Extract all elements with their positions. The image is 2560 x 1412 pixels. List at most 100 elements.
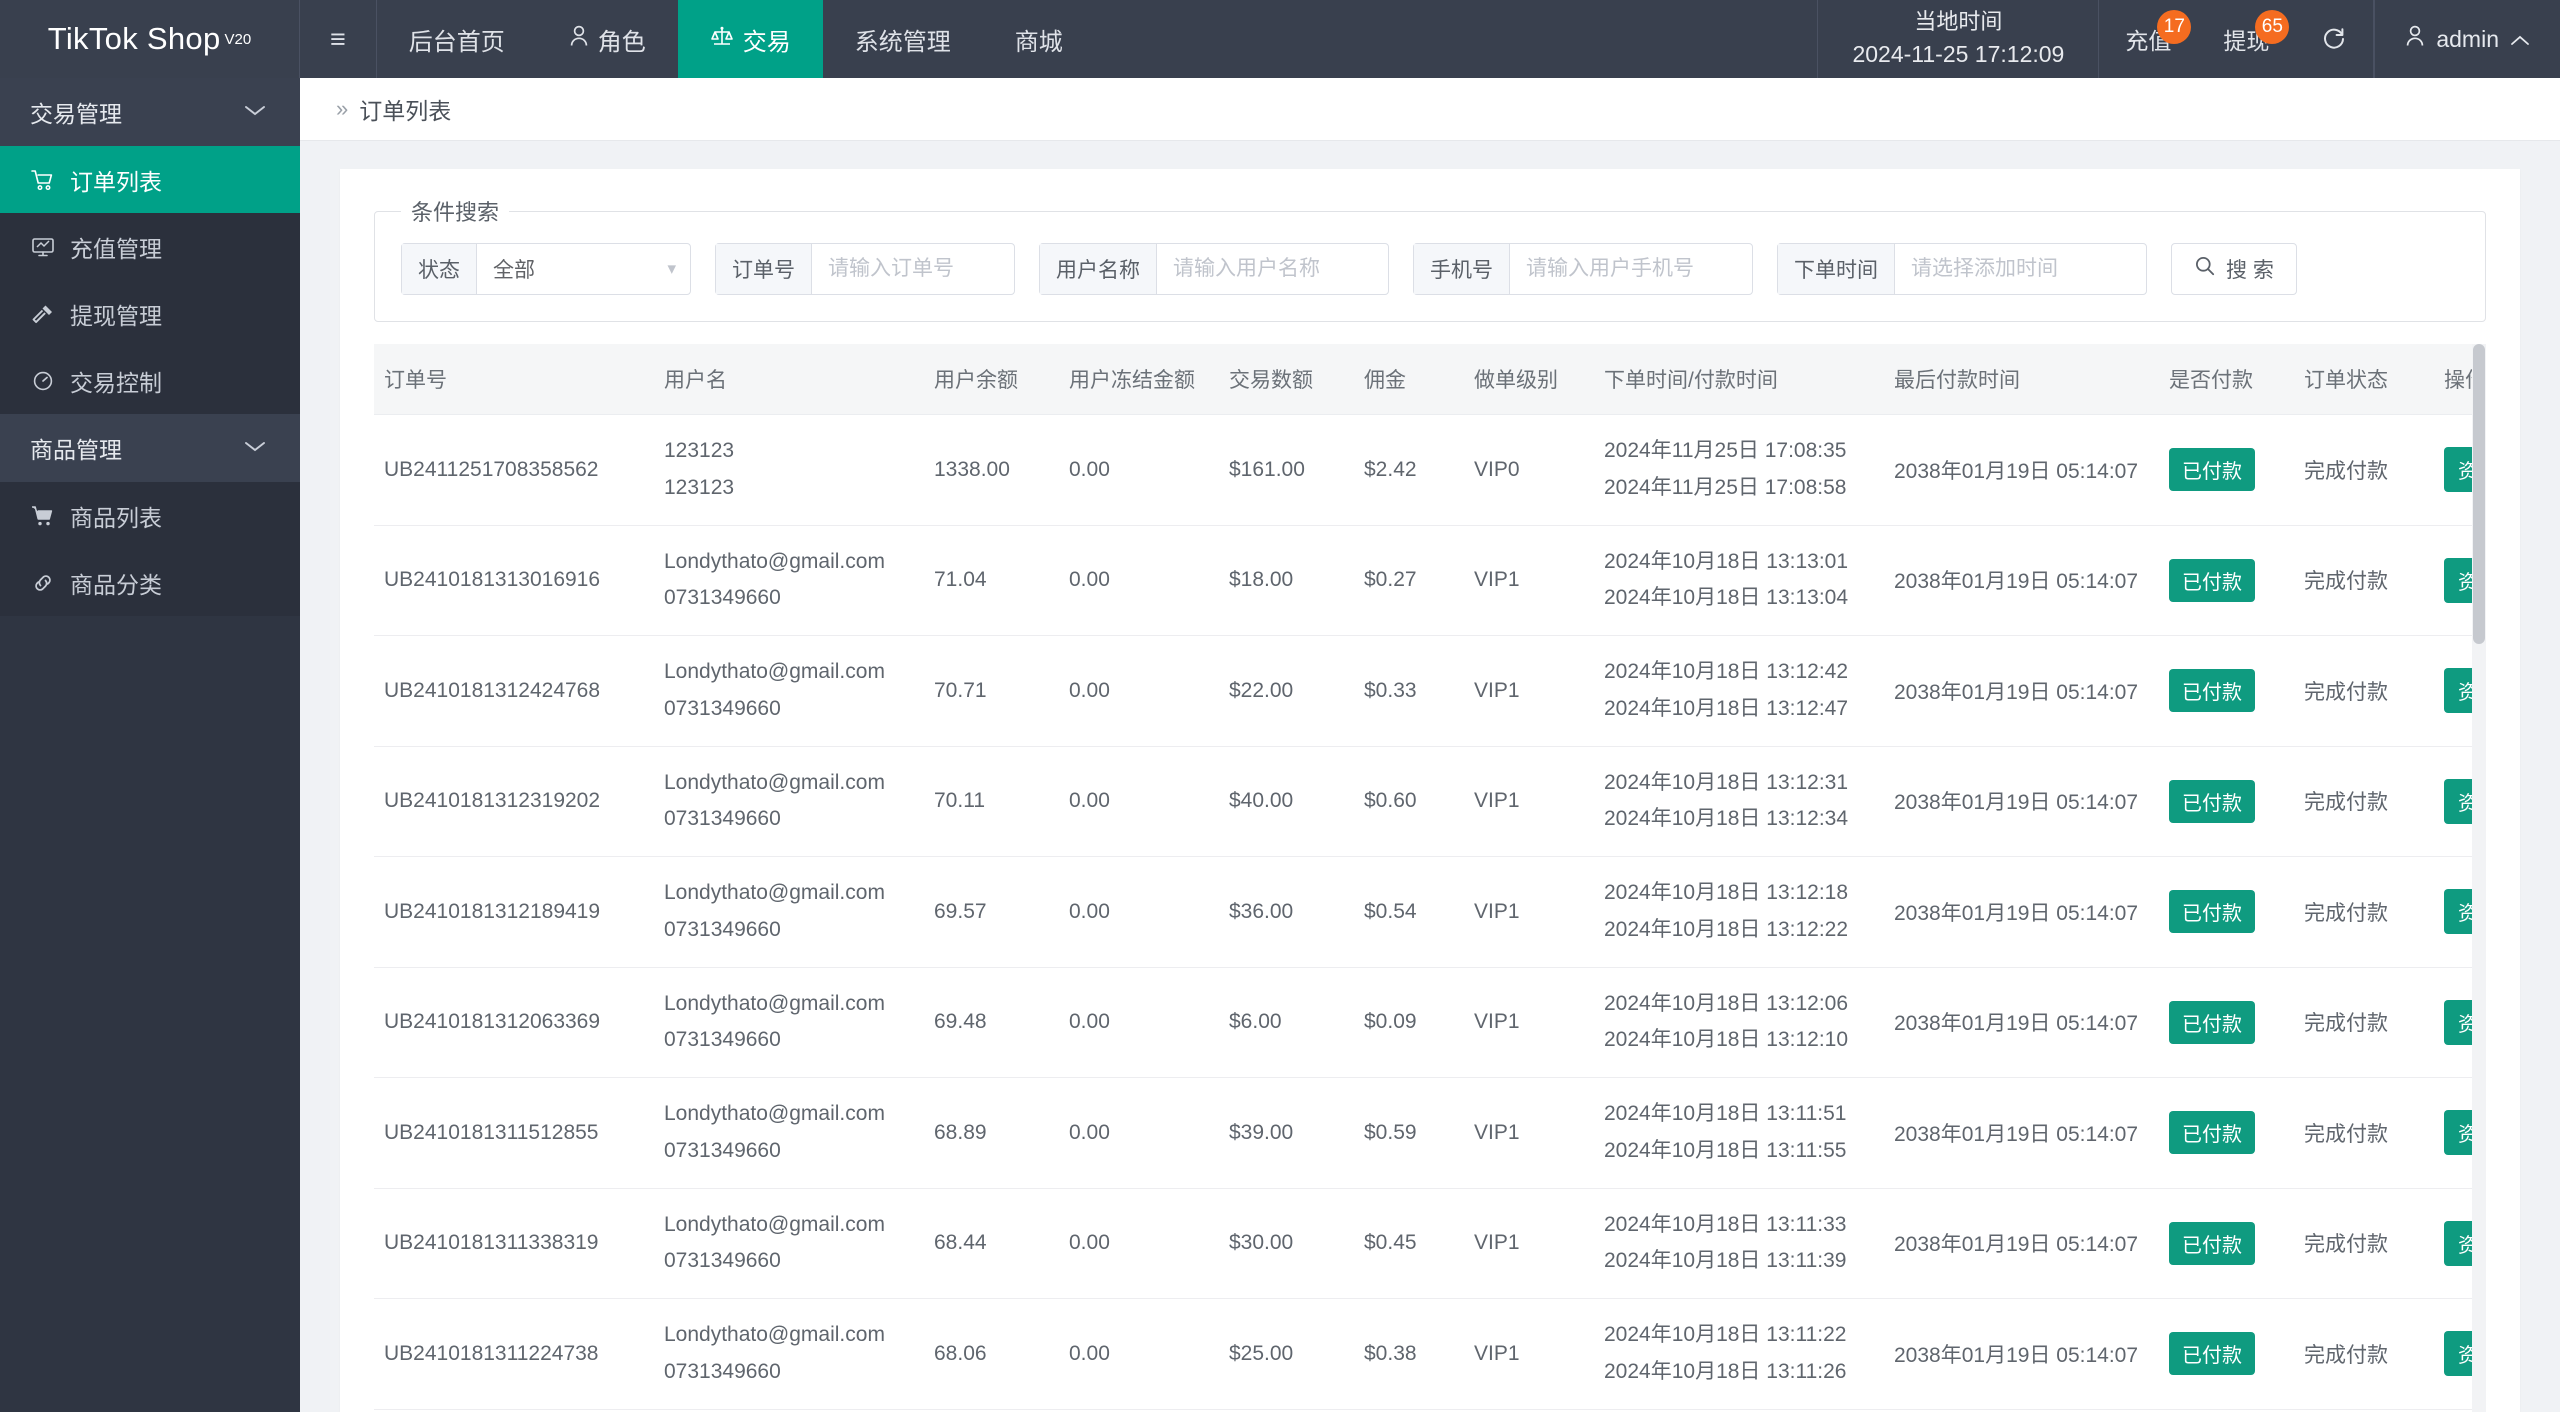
cell-frozen: 0.00: [1059, 414, 1219, 526]
recharge-button[interactable]: 充值 17: [2099, 0, 2197, 78]
cell-vip-level: VIP1: [1464, 1188, 1594, 1299]
user-email: Londythato@gmail.com: [664, 1323, 885, 1346]
paid-status-badge[interactable]: 已付款: [2169, 1111, 2255, 1155]
cell-last-pay-time: 2038年01月19日 05:14:07: [1884, 635, 2159, 747]
cell-is-paid: 已付款: [2159, 635, 2294, 747]
body-wrapper: 交易管理 订单列表 充值管理 提现管理 交易控制 商品管理 商品列表 商品分类 …: [0, 78, 2560, 1412]
order-time-input[interactable]: [1895, 244, 2146, 294]
sidebar-item-order-list[interactable]: 订单列表: [0, 146, 300, 213]
paid-status-badge[interactable]: 已付款: [2169, 669, 2255, 713]
cell-balance: 69.57: [924, 856, 1059, 968]
nav-items: ≡ 后台首页 角色 交易 系统管理 商城: [300, 0, 1095, 78]
sidebar-group-product[interactable]: 商品管理: [0, 414, 300, 482]
orders-table-body: UB2411251708358562 123123 123123 1338.00 0.0…: [374, 414, 2486, 1412]
paid-status-badge[interactable]: 已付款: [2169, 779, 2255, 823]
paid-status-badge[interactable]: 已付款: [2169, 558, 2255, 602]
cell-commission: $0.09: [1354, 967, 1464, 1078]
paid-status-badge[interactable]: 已付款: [2169, 890, 2255, 934]
orders-table: 订单号 用户名 用户余额 用户冻结金额 交易数额 佣金 做单级别 下单时间/付款…: [374, 344, 2486, 1412]
table-row[interactable]: UB2410181312424768 Londythato@gmail.com 07…: [374, 635, 2486, 747]
sidebar-item-product-category[interactable]: 商品分类: [0, 549, 300, 616]
withdraw-button[interactable]: 提现 65: [2197, 0, 2295, 78]
order-time: 2024年10月18日 13:11:33: [1604, 1212, 1847, 1236]
menu-icon[interactable]: ≡: [300, 0, 377, 78]
table-scrollbar-thumb[interactable]: [2473, 344, 2485, 644]
table-scrollbar-track[interactable]: [2472, 344, 2486, 1412]
table-row[interactable]: UB2410181312319202 Londythato@gmail.com 07…: [374, 746, 2486, 857]
status-select[interactable]: 状态 全部 ▾: [401, 243, 691, 295]
user-email: Londythato@gmail.com: [664, 549, 885, 573]
nav-tab-role[interactable]: 角色: [537, 0, 678, 78]
order-time: 2024年10月18日 13:12:18: [1604, 881, 1849, 904]
order-no-field[interactable]: 订单号: [715, 243, 1015, 295]
search-row: 状态 全部 ▾ 订单号 用户名称: [401, 237, 2459, 295]
table-row[interactable]: UB2410181311338319 Londythato@gmail.com 07…: [374, 1188, 2486, 1299]
content-card: 条件搜索 状态 全部 ▾ 订单号 请输入订单号 用户名称 请输入用户名称 手机号…: [340, 169, 2520, 1412]
order-time-field[interactable]: 下单时间: [1777, 243, 2147, 295]
user-phone: 0731349660: [664, 917, 781, 941]
user-email: Londythato@gmail.com: [664, 881, 885, 904]
search-button[interactable]: 搜 索: [2171, 243, 2297, 295]
phone-input[interactable]: [1510, 244, 1752, 294]
user-menu[interactable]: admin: [2374, 0, 2560, 78]
local-time-label: 当地时间: [1914, 9, 2003, 35]
table-row[interactable]: UB2410181311224738 Londythato@gmail.com 07…: [374, 1298, 2486, 1410]
logo[interactable]: TikTok Shop V20: [0, 0, 300, 78]
cell-frozen: 0.00: [1059, 967, 1219, 1078]
nav-tab-transaction[interactable]: 交易: [677, 0, 823, 78]
nav-tab-mall[interactable]: 商城: [983, 0, 1095, 78]
cell-order-no: UB2410181311512855: [374, 1077, 654, 1189]
cell-order-status: 完成付款: [2294, 635, 2434, 747]
th-user-name: 用户名: [654, 344, 924, 415]
cell-last-pay-time: 2038年01月19日 05:14:07: [1884, 1298, 2159, 1410]
table-row[interactable]: UB2410181312189419 Londythato@gmail.com 07…: [374, 856, 2486, 968]
phone-field[interactable]: 手机号: [1413, 243, 1753, 295]
sidebar-item-withdraw[interactable]: 提现管理: [0, 280, 300, 347]
cell-order-status: 完成付款: [2294, 1188, 2434, 1299]
cell-user-name: Londythato@gmail.com 0731349660: [654, 635, 924, 747]
username-field[interactable]: 用户名称: [1039, 243, 1389, 295]
breadcrumb: » 订单列表: [300, 78, 2560, 141]
cell-order-pay-time: 2024年10月18日 13:11:22 2024年10月18日 13:11:26: [1594, 1298, 1884, 1410]
sidebar-item-product-list[interactable]: 商品列表: [0, 482, 300, 549]
cell-balance: 70.71: [924, 635, 1059, 747]
username-input[interactable]: [1157, 244, 1388, 294]
pay-time: 2024年10月18日 13:12:47: [1604, 696, 1849, 720]
sidebar-item-product-list-label: 商品列表: [70, 504, 162, 531]
cell-balance: 70.11: [924, 746, 1059, 857]
nav-tab-system[interactable]: 系统管理: [823, 0, 983, 78]
cell-balance: 68.89: [924, 1077, 1059, 1189]
cell-user-name: Londythato@gmail.com 0731349660: [654, 967, 924, 1078]
cell-amount: $6.00: [1219, 967, 1354, 1078]
cell-balance: 1338.00: [924, 414, 1059, 526]
table-row[interactable]: UB2410181313016916 Londythato@gmail.com 07…: [374, 525, 2486, 636]
scales-icon: [710, 25, 734, 54]
cell-commission: $0.59: [1354, 1077, 1464, 1189]
order-no-input[interactable]: [812, 244, 1014, 294]
search-panel-legend: 条件搜索: [411, 200, 500, 225]
cell-frozen: 0.00: [1059, 635, 1219, 747]
paid-status-badge[interactable]: 已付款: [2169, 1332, 2255, 1376]
sidebar-item-transaction-control[interactable]: 交易控制: [0, 347, 300, 414]
sidebar-item-recharge[interactable]: 充值管理: [0, 213, 300, 280]
table-row[interactable]: UB2410181312063369 Londythato@gmail.com 07…: [374, 967, 2486, 1078]
cell-is-paid: 已付款: [2159, 856, 2294, 968]
chevron-down-icon: [244, 437, 266, 459]
table-row[interactable]: UB2410181311512855 Londythato@gmail.com 07…: [374, 1077, 2486, 1189]
paid-status-badge[interactable]: 已付款: [2169, 448, 2255, 492]
top-navigation-bar: TikTok Shop V20 ≡ 后台首页 角色 交易 系统管理 商城 当地时…: [0, 0, 2560, 78]
nav-tab-role-label: 角色: [597, 28, 646, 56]
cell-frozen: 0.00: [1059, 746, 1219, 857]
sidebar-group-transaction[interactable]: 交易管理: [0, 78, 300, 146]
paid-status-badge[interactable]: 已付款: [2169, 1000, 2255, 1044]
paid-status-badge[interactable]: 已付款: [2169, 1221, 2255, 1265]
cell-vip-level: VIP1: [1464, 635, 1594, 747]
table-row[interactable]: UB2411251708358562 123123 123123 1338.00 0.0…: [374, 414, 2486, 526]
avatar-icon: [2405, 25, 2425, 53]
order-time: 2024年11月25日 17:08:35: [1604, 439, 1847, 462]
refresh-icon[interactable]: [2295, 0, 2375, 78]
local-time-display: 当地时间 2024-11-25 17:12:09: [1817, 0, 2100, 78]
header-actions: 充值 17 提现 65 admin: [2099, 0, 2560, 78]
nav-tab-home[interactable]: 后台首页: [377, 0, 537, 78]
